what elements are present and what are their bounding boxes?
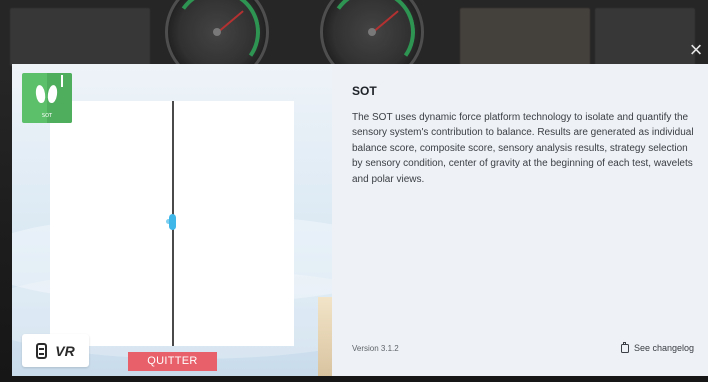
changelog-label: See changelog: [633, 343, 694, 353]
background-tile: [595, 8, 695, 66]
app-title: SOT: [352, 84, 377, 98]
vr-button[interactable]: VR: [22, 334, 89, 367]
preview-panel: SOT VR QUITTER: [12, 64, 332, 376]
close-icon[interactable]: ×: [686, 38, 706, 62]
see-changelog-link[interactable]: See changelog: [620, 341, 694, 353]
quit-button[interactable]: QUITTER: [128, 352, 217, 371]
app-icon-label: SOT: [41, 113, 53, 119]
app-detail-modal: SOT VR QUITTER SOT The SOT uses dynamic …: [12, 64, 708, 376]
details-panel: SOT The SOT uses dynamic force platform …: [332, 64, 708, 376]
background-tile: [10, 8, 150, 66]
app-description: The SOT uses dynamic force platform tech…: [352, 112, 694, 185]
left-foot-icon: [34, 84, 47, 104]
app-window: × SOT VR QUITTER SOT The SOT uses dynami…: [0, 0, 708, 382]
preview-edge-decoration: [318, 297, 332, 376]
clipboard-icon: [620, 341, 629, 353]
arrow-up-icon: [61, 75, 63, 87]
sot-app-icon: SOT: [22, 73, 72, 123]
center-of-gravity-marker: [169, 214, 176, 230]
vr-button-label: VR: [55, 342, 75, 359]
balance-preview-plot: [50, 101, 294, 346]
vr-headset-icon: [36, 342, 48, 359]
background-tile: [460, 8, 590, 66]
version-label: Version 3.1.2: [352, 344, 399, 353]
